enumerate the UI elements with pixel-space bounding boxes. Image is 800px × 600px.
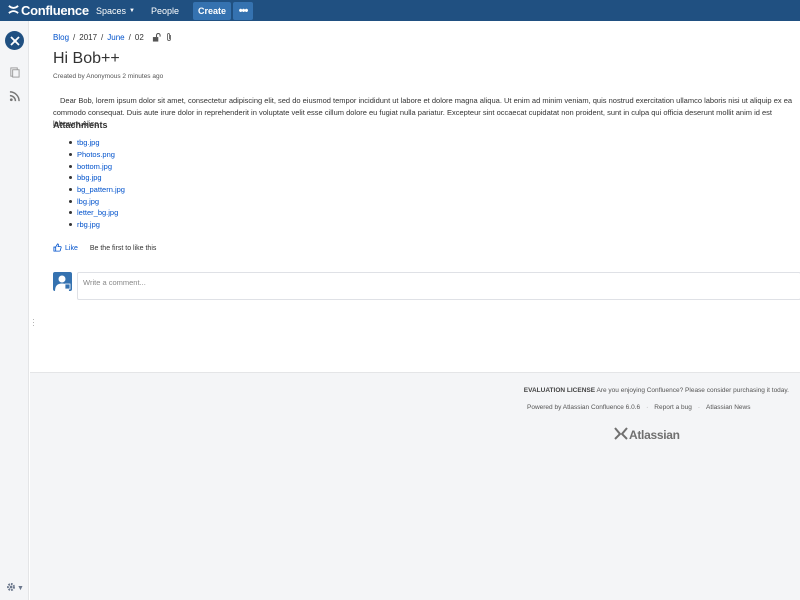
breadcrumb-separator: / <box>73 32 76 42</box>
comment-input[interactable]: Write a comment... <box>77 272 800 300</box>
thumbs-up-icon <box>53 243 65 254</box>
attachment-item: rbg.jpg <box>69 219 125 231</box>
attachment-item: tbg.jpg <box>69 137 125 149</box>
sidebar-resize-handle[interactable]: · · · <box>32 315 35 330</box>
confluence-logo-icon <box>8 3 21 18</box>
attachment-item: bbg.jpg <box>69 172 125 184</box>
like-row: Like Be the first to like this <box>53 243 156 254</box>
pages-icon[interactable] <box>8 66 20 78</box>
atlassian-news-link[interactable]: Atlassian News <box>706 404 750 411</box>
like-summary: Be the first to like this <box>89 245 157 252</box>
unlock-icon[interactable] <box>152 32 161 42</box>
page-body-text: Dear Bob, lorem ipsum dolor sit amet, co… <box>53 96 793 128</box>
like-label: Like <box>65 245 78 252</box>
breadcrumb-year: 2017 <box>79 32 98 42</box>
breadcrumb-separator: / <box>101 32 104 42</box>
spaces-menu[interactable]: Spaces ▼ <box>88 0 143 21</box>
page-byline: Created by Anonymous 2 minutes ago <box>53 73 164 80</box>
rss-feed-icon[interactable] <box>8 90 20 102</box>
page-title: Hi Bob++ <box>53 50 120 67</box>
chevron-down-icon: ▼ <box>129 7 135 14</box>
footer-links: Powered by Atlassian Confluence 6.0.6 · … <box>527 404 750 411</box>
attachments-heading: Attachments <box>53 120 108 130</box>
attachment-item: bg_pattern.jpg <box>69 184 125 196</box>
attachments-list: tbg.jpg Photos.png bottom.jpg bbg.jpg bg… <box>69 137 125 231</box>
people-label: People <box>150 5 180 16</box>
atlassian-logo-icon <box>614 427 629 443</box>
paperclip-icon[interactable] <box>165 32 173 42</box>
space-settings-button[interactable]: ▼ <box>6 582 24 594</box>
create-button[interactable]: Create <box>193 1 232 20</box>
attachment-link[interactable]: tbg.jpg <box>77 138 100 147</box>
user-avatar-icon <box>53 272 72 291</box>
breadcrumb-separator: / <box>128 32 131 42</box>
license-text: Are you enjoying Confluence? Please cons… <box>596 387 789 394</box>
breadcrumb-month[interactable]: June <box>107 33 124 42</box>
attachment-link[interactable]: letter_bg.jpg <box>77 208 118 217</box>
attachment-item: lbg.jpg <box>69 195 125 207</box>
attachment-link[interactable]: Photos.png <box>77 150 115 159</box>
atlassian-brand: Atlassian <box>629 428 680 442</box>
people-link[interactable]: People <box>143 0 187 21</box>
license-notice: EVALUATION LICENSE Are you enjoying Conf… <box>524 387 789 394</box>
more-create-button[interactable]: ••• <box>233 1 254 20</box>
confluence-logo[interactable]: Confluence <box>0 3 89 18</box>
attachment-link[interactable]: bg_pattern.jpg <box>77 185 125 194</box>
chevron-down-icon: ▼ <box>17 584 24 592</box>
space-logo-icon[interactable] <box>5 31 24 50</box>
license-label: EVALUATION LICENSE <box>523 387 596 394</box>
attachment-item: letter_bg.jpg <box>69 207 125 219</box>
attachment-link[interactable]: bottom.jpg <box>77 162 112 171</box>
breadcrumb: Blog / 2017 / June / 02 <box>53 32 177 42</box>
attachment-link[interactable]: lbg.jpg <box>77 197 99 206</box>
top-nav-bar: Confluence Spaces ▼ People Create ••• <box>0 0 800 21</box>
gear-icon <box>6 582 16 594</box>
sidebar: ▼ <box>0 21 29 600</box>
breadcrumb-day: 02 <box>134 32 144 42</box>
attachment-item: Photos.png <box>69 149 125 161</box>
spaces-label: Spaces <box>96 5 127 16</box>
app-name: Confluence <box>21 3 89 18</box>
attachment-item: bottom.jpg <box>69 160 125 172</box>
footer: EVALUATION LICENSE Are you enjoying Conf… <box>30 372 800 600</box>
attachment-link[interactable]: rbg.jpg <box>77 220 100 229</box>
report-bug-link[interactable]: Report a bug <box>654 404 692 411</box>
atlassian-logo[interactable]: Atlassian <box>614 427 680 443</box>
breadcrumb-blog[interactable]: Blog <box>53 33 69 42</box>
attachment-link[interactable]: bbg.jpg <box>77 173 102 182</box>
like-button[interactable]: Like <box>53 243 78 254</box>
footer-separator: · <box>697 404 701 411</box>
footer-separator: · <box>646 404 649 411</box>
powered-by-link[interactable]: Powered by Atlassian Confluence 6.0.6 <box>527 404 640 411</box>
